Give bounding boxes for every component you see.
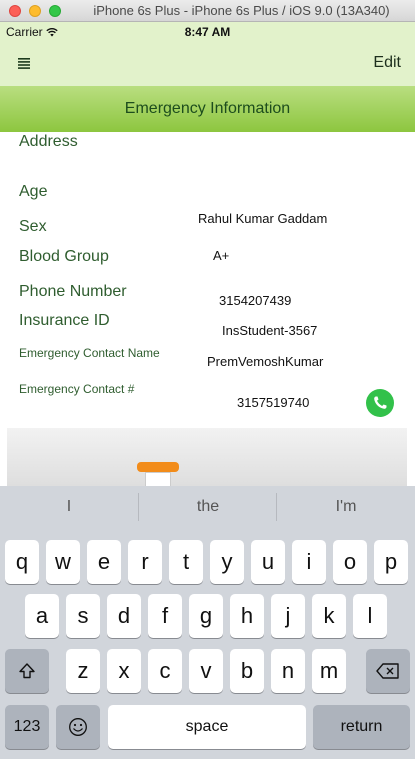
phone-number-value[interactable]: 3154207439 — [219, 293, 291, 308]
suggestion-1[interactable]: I — [0, 486, 138, 528]
phone-number-label: Phone Number — [19, 283, 127, 300]
space-key[interactable]: space — [108, 705, 306, 749]
key-s[interactable]: s — [66, 594, 100, 638]
suggestion-2[interactable]: the — [139, 486, 277, 528]
key-y[interactable]: y — [210, 540, 244, 584]
simulator-title: iPhone 6s Plus - iPhone 6s Plus / iOS 9.… — [93, 3, 390, 18]
name-value[interactable]: Rahul Kumar Gaddam — [198, 211, 327, 226]
emergency-contact-number-value[interactable]: 3157519740 — [237, 395, 309, 410]
key-l[interactable]: l — [353, 594, 387, 638]
bottle-cap — [137, 462, 179, 472]
key-b[interactable]: b — [230, 649, 264, 693]
blood-group-label: Blood Group — [19, 248, 109, 265]
suggestion-3[interactable]: I'm — [277, 486, 415, 528]
key-t[interactable]: t — [169, 540, 203, 584]
key-f[interactable]: f — [148, 594, 182, 638]
numbers-key[interactable]: 123 — [5, 705, 49, 749]
address-label: Address — [19, 133, 78, 150]
emoji-key[interactable] — [56, 705, 100, 749]
minimize-window-button[interactable] — [29, 5, 41, 17]
key-z[interactable]: z — [66, 649, 100, 693]
emergency-contact-name-label: Emergency Contact Name — [19, 346, 160, 360]
edit-button[interactable]: Edit — [373, 54, 401, 72]
call-button[interactable] — [366, 389, 394, 417]
emergency-contact-number-label: Emergency Contact # — [19, 382, 135, 396]
key-q[interactable]: q — [5, 540, 39, 584]
key-j[interactable]: j — [271, 594, 305, 638]
phone-icon — [374, 396, 387, 409]
page-title: Emergency Information — [0, 86, 415, 132]
key-u[interactable]: u — [251, 540, 285, 584]
background-photo — [7, 428, 407, 486]
shift-icon — [19, 663, 35, 679]
backspace-key[interactable] — [366, 649, 410, 693]
key-e[interactable]: e — [87, 540, 121, 584]
key-c[interactable]: c — [148, 649, 182, 693]
bottle — [145, 472, 171, 486]
simulator-titlebar: iPhone 6s Plus - iPhone 6s Plus / iOS 9.… — [0, 0, 415, 22]
key-k[interactable]: k — [312, 594, 346, 638]
shift-key[interactable] — [5, 649, 49, 693]
backspace-icon — [376, 663, 399, 679]
key-v[interactable]: v — [189, 649, 223, 693]
key-x[interactable]: x — [107, 649, 141, 693]
insurance-id-label: Insurance ID — [19, 312, 110, 329]
emergency-contact-name-value[interactable]: PremVemoshKumar — [207, 354, 323, 369]
status-time: 8:47 AM — [184, 25, 231, 39]
keyboard: I the I'm q w e r t y u i o p a s d f g … — [0, 486, 415, 759]
key-m[interactable]: m — [312, 649, 346, 693]
sex-label: Sex — [19, 218, 47, 235]
emoji-icon — [69, 718, 87, 736]
key-i[interactable]: i — [292, 540, 326, 584]
key-n[interactable]: n — [271, 649, 305, 693]
key-h[interactable]: h — [230, 594, 264, 638]
key-p[interactable]: p — [374, 540, 408, 584]
insurance-id-value[interactable]: InsStudent-3567 — [222, 323, 317, 338]
age-label: Age — [19, 183, 48, 200]
blood-group-value[interactable]: A+ — [213, 248, 229, 263]
hamburger-menu-icon[interactable] — [18, 53, 30, 74]
key-d[interactable]: d — [107, 594, 141, 638]
zoom-window-button[interactable] — [49, 5, 61, 17]
key-o[interactable]: o — [333, 540, 367, 584]
key-r[interactable]: r — [128, 540, 162, 584]
status-bar: Carrier 8:47 AM — [0, 22, 415, 42]
key-a[interactable]: a — [25, 594, 59, 638]
key-w[interactable]: w — [46, 540, 80, 584]
key-g[interactable]: g — [189, 594, 223, 638]
navigation-bar: Edit — [0, 42, 415, 86]
close-window-button[interactable] — [9, 5, 21, 17]
return-key[interactable]: return — [313, 705, 410, 749]
